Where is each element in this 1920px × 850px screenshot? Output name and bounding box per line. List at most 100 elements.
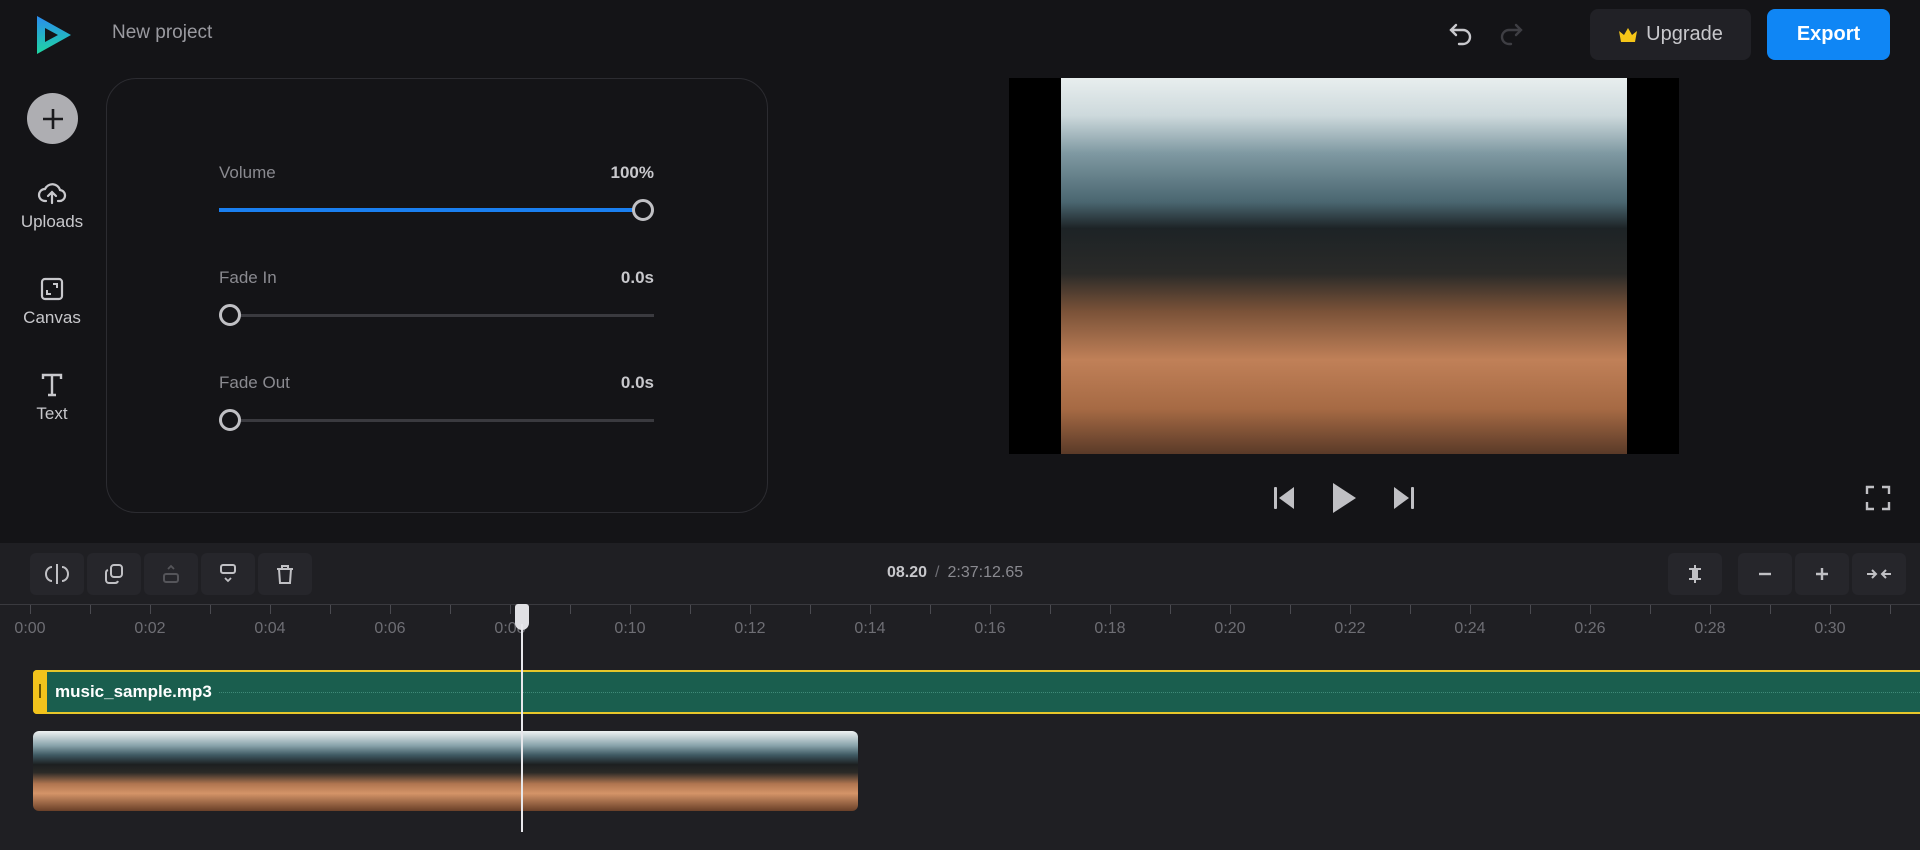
time-separator: / — [935, 564, 940, 581]
arrows-inward-icon — [1867, 569, 1891, 579]
ruler-tick — [1890, 605, 1891, 614]
audio-clip[interactable]: music_sample.mp3 — [33, 670, 1920, 714]
audio-settings-panel — [106, 78, 768, 513]
video-thumbnail — [33, 731, 155, 811]
redo-button[interactable] — [1496, 20, 1526, 48]
ruler-tick — [990, 605, 991, 614]
audio-clip-name: music_sample.mp3 — [55, 682, 218, 702]
ruler-tick — [930, 605, 931, 614]
sidebar-item-label: Text — [36, 404, 68, 423]
move-down-button[interactable] — [201, 553, 255, 595]
fullscreen-button[interactable] — [1864, 484, 1892, 512]
collapse-button[interactable] — [1852, 553, 1906, 595]
ruler-tick — [810, 605, 811, 614]
ruler-tick — [1110, 605, 1111, 614]
ruler-tick — [1410, 605, 1411, 614]
timeline-ruler[interactable] — [0, 604, 1920, 605]
skip-forward-button[interactable] — [1390, 483, 1418, 513]
ruler-tick — [1770, 605, 1771, 614]
fade-in-slider[interactable] — [219, 303, 654, 327]
logo-icon — [37, 16, 71, 54]
fade-in-value: 0.0s — [620, 268, 654, 287]
volume-slider-knob[interactable] — [632, 199, 654, 221]
ruler-tick — [630, 605, 631, 614]
move-up-button[interactable] — [144, 553, 198, 595]
skip-forward-icon — [1394, 487, 1414, 509]
fade-out-slider[interactable] — [219, 408, 654, 432]
timeline-toolbar — [30, 553, 312, 595]
playhead-line — [521, 624, 523, 832]
ruler-tick — [1470, 605, 1471, 614]
delete-button[interactable] — [258, 553, 312, 595]
ruler-tick — [330, 605, 331, 614]
cloud-upload-icon — [37, 183, 67, 205]
ruler-label: 0:24 — [1454, 620, 1486, 637]
ruler-tick — [1530, 605, 1531, 614]
ruler-tick — [30, 605, 31, 614]
ruler-tick — [1710, 605, 1711, 614]
ruler-label: 0:22 — [1334, 620, 1366, 637]
total-time: 2:37:12.65 — [947, 564, 1024, 581]
sidebar-item-canvas[interactable]: Canvas — [0, 276, 104, 328]
ruler-tick — [270, 605, 271, 614]
ruler-label: 0:02 — [134, 620, 166, 637]
clip-trim-handle[interactable] — [33, 670, 47, 714]
app-logo[interactable] — [34, 14, 74, 61]
video-clip[interactable] — [33, 731, 858, 811]
play-button[interactable] — [1328, 480, 1360, 516]
sidebar-item-label: Uploads — [20, 212, 84, 231]
fade-in-label: Fade In — [219, 268, 277, 287]
canvas-icon — [40, 277, 64, 301]
ruler-label: 0:20 — [1214, 620, 1246, 637]
ruler-label: 0:18 — [1094, 620, 1126, 637]
undo-button[interactable] — [1446, 20, 1476, 48]
video-thumbnail — [643, 731, 765, 811]
redo-icon — [1500, 23, 1523, 46]
ruler-tick — [570, 605, 571, 614]
video-preview[interactable] — [1009, 78, 1679, 454]
time-display: 08.20 / 2:37:12.65 — [887, 564, 1023, 582]
fade-in-slider-knob[interactable] — [219, 304, 241, 326]
sidebar-item-uploads[interactable]: Uploads — [0, 180, 104, 232]
ruler-label: 0:00 — [14, 620, 46, 637]
split-icon — [45, 564, 69, 584]
ruler-tick — [90, 605, 91, 614]
volume-slider[interactable] — [219, 198, 654, 222]
video-thumbnail — [399, 731, 521, 811]
ruler-tick — [870, 605, 871, 614]
ruler-label: 0:10 — [614, 620, 646, 637]
text-icon — [41, 373, 63, 397]
plus-icon — [1816, 568, 1828, 580]
ruler-label: 0:28 — [1694, 620, 1726, 637]
duplicate-icon — [105, 564, 123, 584]
volume-slider-fill — [219, 208, 643, 212]
ruler-label: 0:04 — [254, 620, 286, 637]
ruler-label: 0:16 — [974, 620, 1006, 637]
play-icon — [1333, 483, 1356, 513]
project-title[interactable]: New project — [112, 22, 212, 44]
duplicate-button[interactable] — [87, 553, 141, 595]
sidebar-item-text[interactable]: Text — [0, 372, 104, 424]
zoom-in-button[interactable] — [1795, 553, 1849, 595]
playhead[interactable] — [515, 604, 529, 832]
skip-back-button[interactable] — [1270, 483, 1298, 513]
ruler-tick — [210, 605, 211, 614]
fullscreen-icon — [1865, 485, 1891, 511]
snap-icon — [1689, 565, 1701, 583]
fade-out-slider-knob[interactable] — [219, 409, 241, 431]
video-thumbnail — [765, 731, 858, 811]
crown-icon — [1619, 27, 1638, 42]
export-button[interactable]: Export — [1767, 9, 1890, 60]
sidebar-item-label: Canvas — [23, 308, 81, 327]
volume-value: 100% — [610, 163, 654, 182]
ruler-tick — [1590, 605, 1591, 614]
split-button[interactable] — [30, 553, 84, 595]
ruler-tick — [1170, 605, 1171, 614]
current-time: 08.20 — [887, 564, 928, 581]
upgrade-button[interactable]: Upgrade — [1590, 9, 1751, 60]
add-media-button[interactable] — [27, 93, 78, 144]
waveform — [55, 692, 1920, 693]
zoom-out-button[interactable] — [1738, 553, 1792, 595]
preview-frame-image — [1061, 78, 1627, 454]
fit-to-screen-button[interactable] — [1668, 553, 1722, 595]
